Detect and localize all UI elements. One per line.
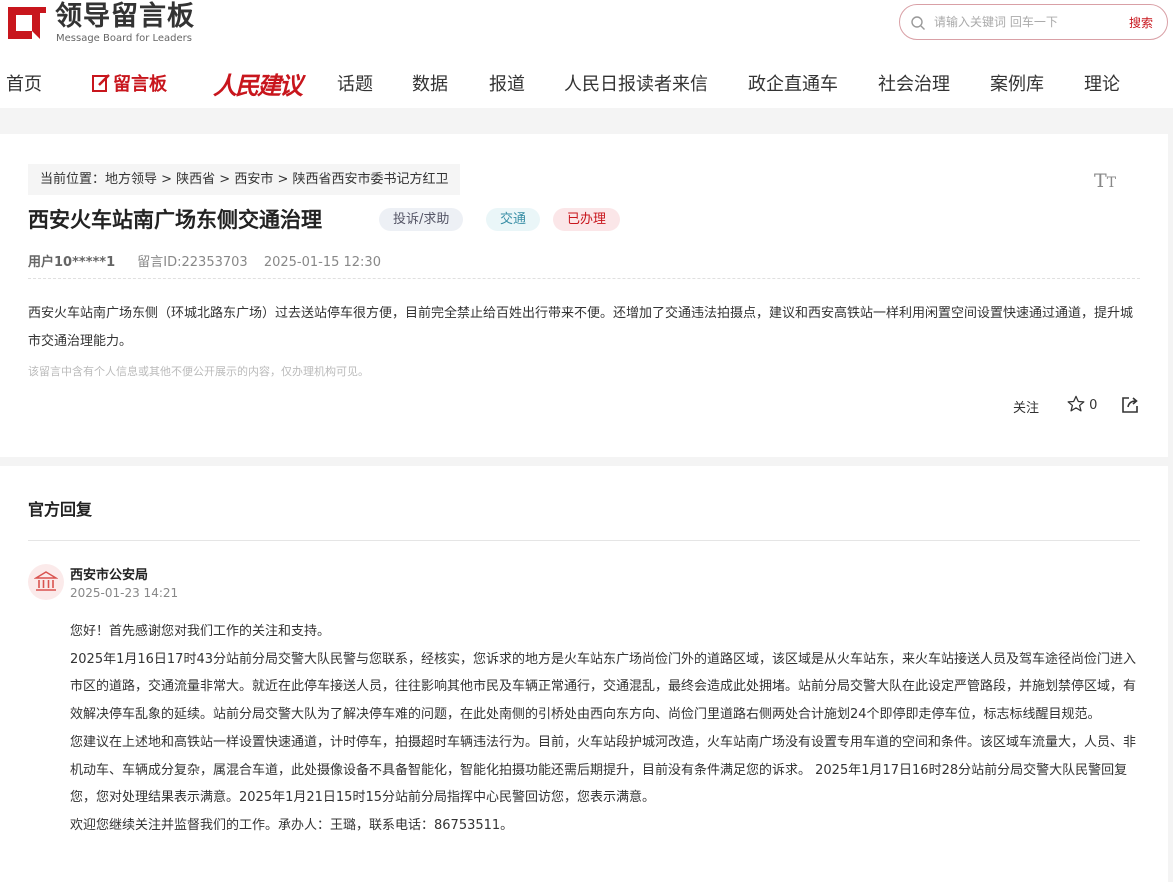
main-nav: 首页 留言板 人民建议 话题 数据 报道 人民日报读者来信 政企直通车 社会治理…: [0, 62, 1173, 102]
logo-subtitle: Message Board for Leaders: [56, 33, 193, 44]
share-icon[interactable]: [1121, 396, 1139, 414]
avatar: [28, 564, 64, 600]
reply-organization: 西安市公安局: [70, 568, 149, 583]
nav-item-people-suggestions-label: 人民建议: [213, 71, 303, 100]
reply-heading: 官方回复: [28, 500, 93, 519]
message-meta: 用户10*****1 留言ID:22353703 2025-01-15 12:3…: [28, 251, 381, 270]
search-icon: [911, 16, 925, 30]
nav-item-data[interactable]: 数据: [412, 70, 448, 96]
official-reply-card: 官方回复 西安市公安局 2025-01-23 14:21 您好！首先感谢您对我们…: [0, 466, 1168, 882]
message-card: 当前位置：地方领导 > 陕西省 > 西安市 > 陕西省西安市委书记方红卫 TT …: [0, 134, 1168, 457]
edit-icon: [92, 74, 110, 92]
divider: [28, 540, 1140, 541]
message-date: 2025-01-15 12:30: [263, 255, 381, 270]
reply-date: 2025-01-23 14:21: [70, 586, 179, 600]
breadcrumb: 当前位置：地方领导 > 陕西省 > 西安市 > 陕西省西安市委书记方红卫: [28, 164, 461, 195]
reply-paragraph: 2025年1月16日17时43分站前分局交警大队民警与您联系，经核实，您诉求的地…: [70, 651, 1137, 723]
field-badge: 交通: [486, 208, 541, 231]
nav-item-reader-letters[interactable]: 人民日报读者来信: [564, 70, 708, 96]
follow-button[interactable]: 关注: [1013, 397, 1039, 416]
user-name: 用户10*****1: [28, 255, 116, 270]
privacy-notice: 该留言中含有个人信息或其他不便公开展示的内容，仅办理机构可见。: [28, 365, 369, 378]
logo-mark-icon: [8, 7, 46, 39]
nav-item-home[interactable]: 首页: [6, 70, 42, 96]
favorite-count: 0: [1089, 398, 1098, 413]
nav-item-message-board-label: 留言板: [113, 74, 167, 95]
nav-item-theory[interactable]: 理论: [1084, 70, 1120, 96]
reply-content: 您好！首先感谢您对我们工作的关注和支持。 2025年1月16日17时43分站前分…: [70, 618, 1140, 840]
font-size-toggle-icon[interactable]: TT: [1094, 170, 1116, 192]
reply-paragraph: 您好！首先感谢您对我们工作的关注和支持。: [70, 624, 331, 639]
nav-item-cases[interactable]: 案例库: [990, 70, 1044, 96]
search-button[interactable]: 搜索: [1129, 14, 1153, 31]
reply-paragraph: 欢迎您继续关注并监督我们的工作。承办人：王璐，联系电话：86753511。: [70, 817, 514, 833]
site-logo[interactable]: 领导留言板 Message Board for Leaders: [6, 1, 196, 44]
nav-item-message-board[interactable]: 留言板: [91, 70, 167, 96]
top-header: 领导留言板 Message Board for Leaders 搜索 首页 留言…: [0, 0, 1173, 108]
message-content: 西安火车站南广场东侧（环城北路东广场）过去送站停车很方便，目前完全禁止给百姓出行…: [28, 306, 1134, 349]
category-badge: 投诉/求助: [379, 208, 464, 231]
government-building-icon: [34, 571, 58, 591]
divider: [28, 278, 1140, 279]
search-input[interactable]: [934, 12, 1114, 32]
favorite-button[interactable]: 0: [1067, 395, 1097, 413]
message-id: 留言ID:22353703: [137, 255, 248, 270]
logo-title: 领导留言板: [55, 1, 195, 32]
star-icon: [1067, 395, 1085, 412]
nav-item-people-suggestions[interactable]: 人民建议: [213, 70, 303, 105]
reply-paragraph: 您建议在上述地和高铁站一样设置快速通道，计时停车，拍摄超时车辆违法行为。目前，火…: [70, 734, 1137, 806]
status-badge: 已办理: [553, 208, 621, 231]
nav-item-governance[interactable]: 社会治理: [878, 70, 950, 96]
search-box: 搜索: [899, 4, 1168, 40]
nav-item-topics[interactable]: 话题: [337, 70, 373, 96]
nav-item-reports[interactable]: 报道: [489, 70, 525, 96]
page-title: 西安火车站南广场东侧交通治理: [28, 208, 322, 232]
nav-item-enterprise[interactable]: 政企直通车: [748, 70, 838, 96]
